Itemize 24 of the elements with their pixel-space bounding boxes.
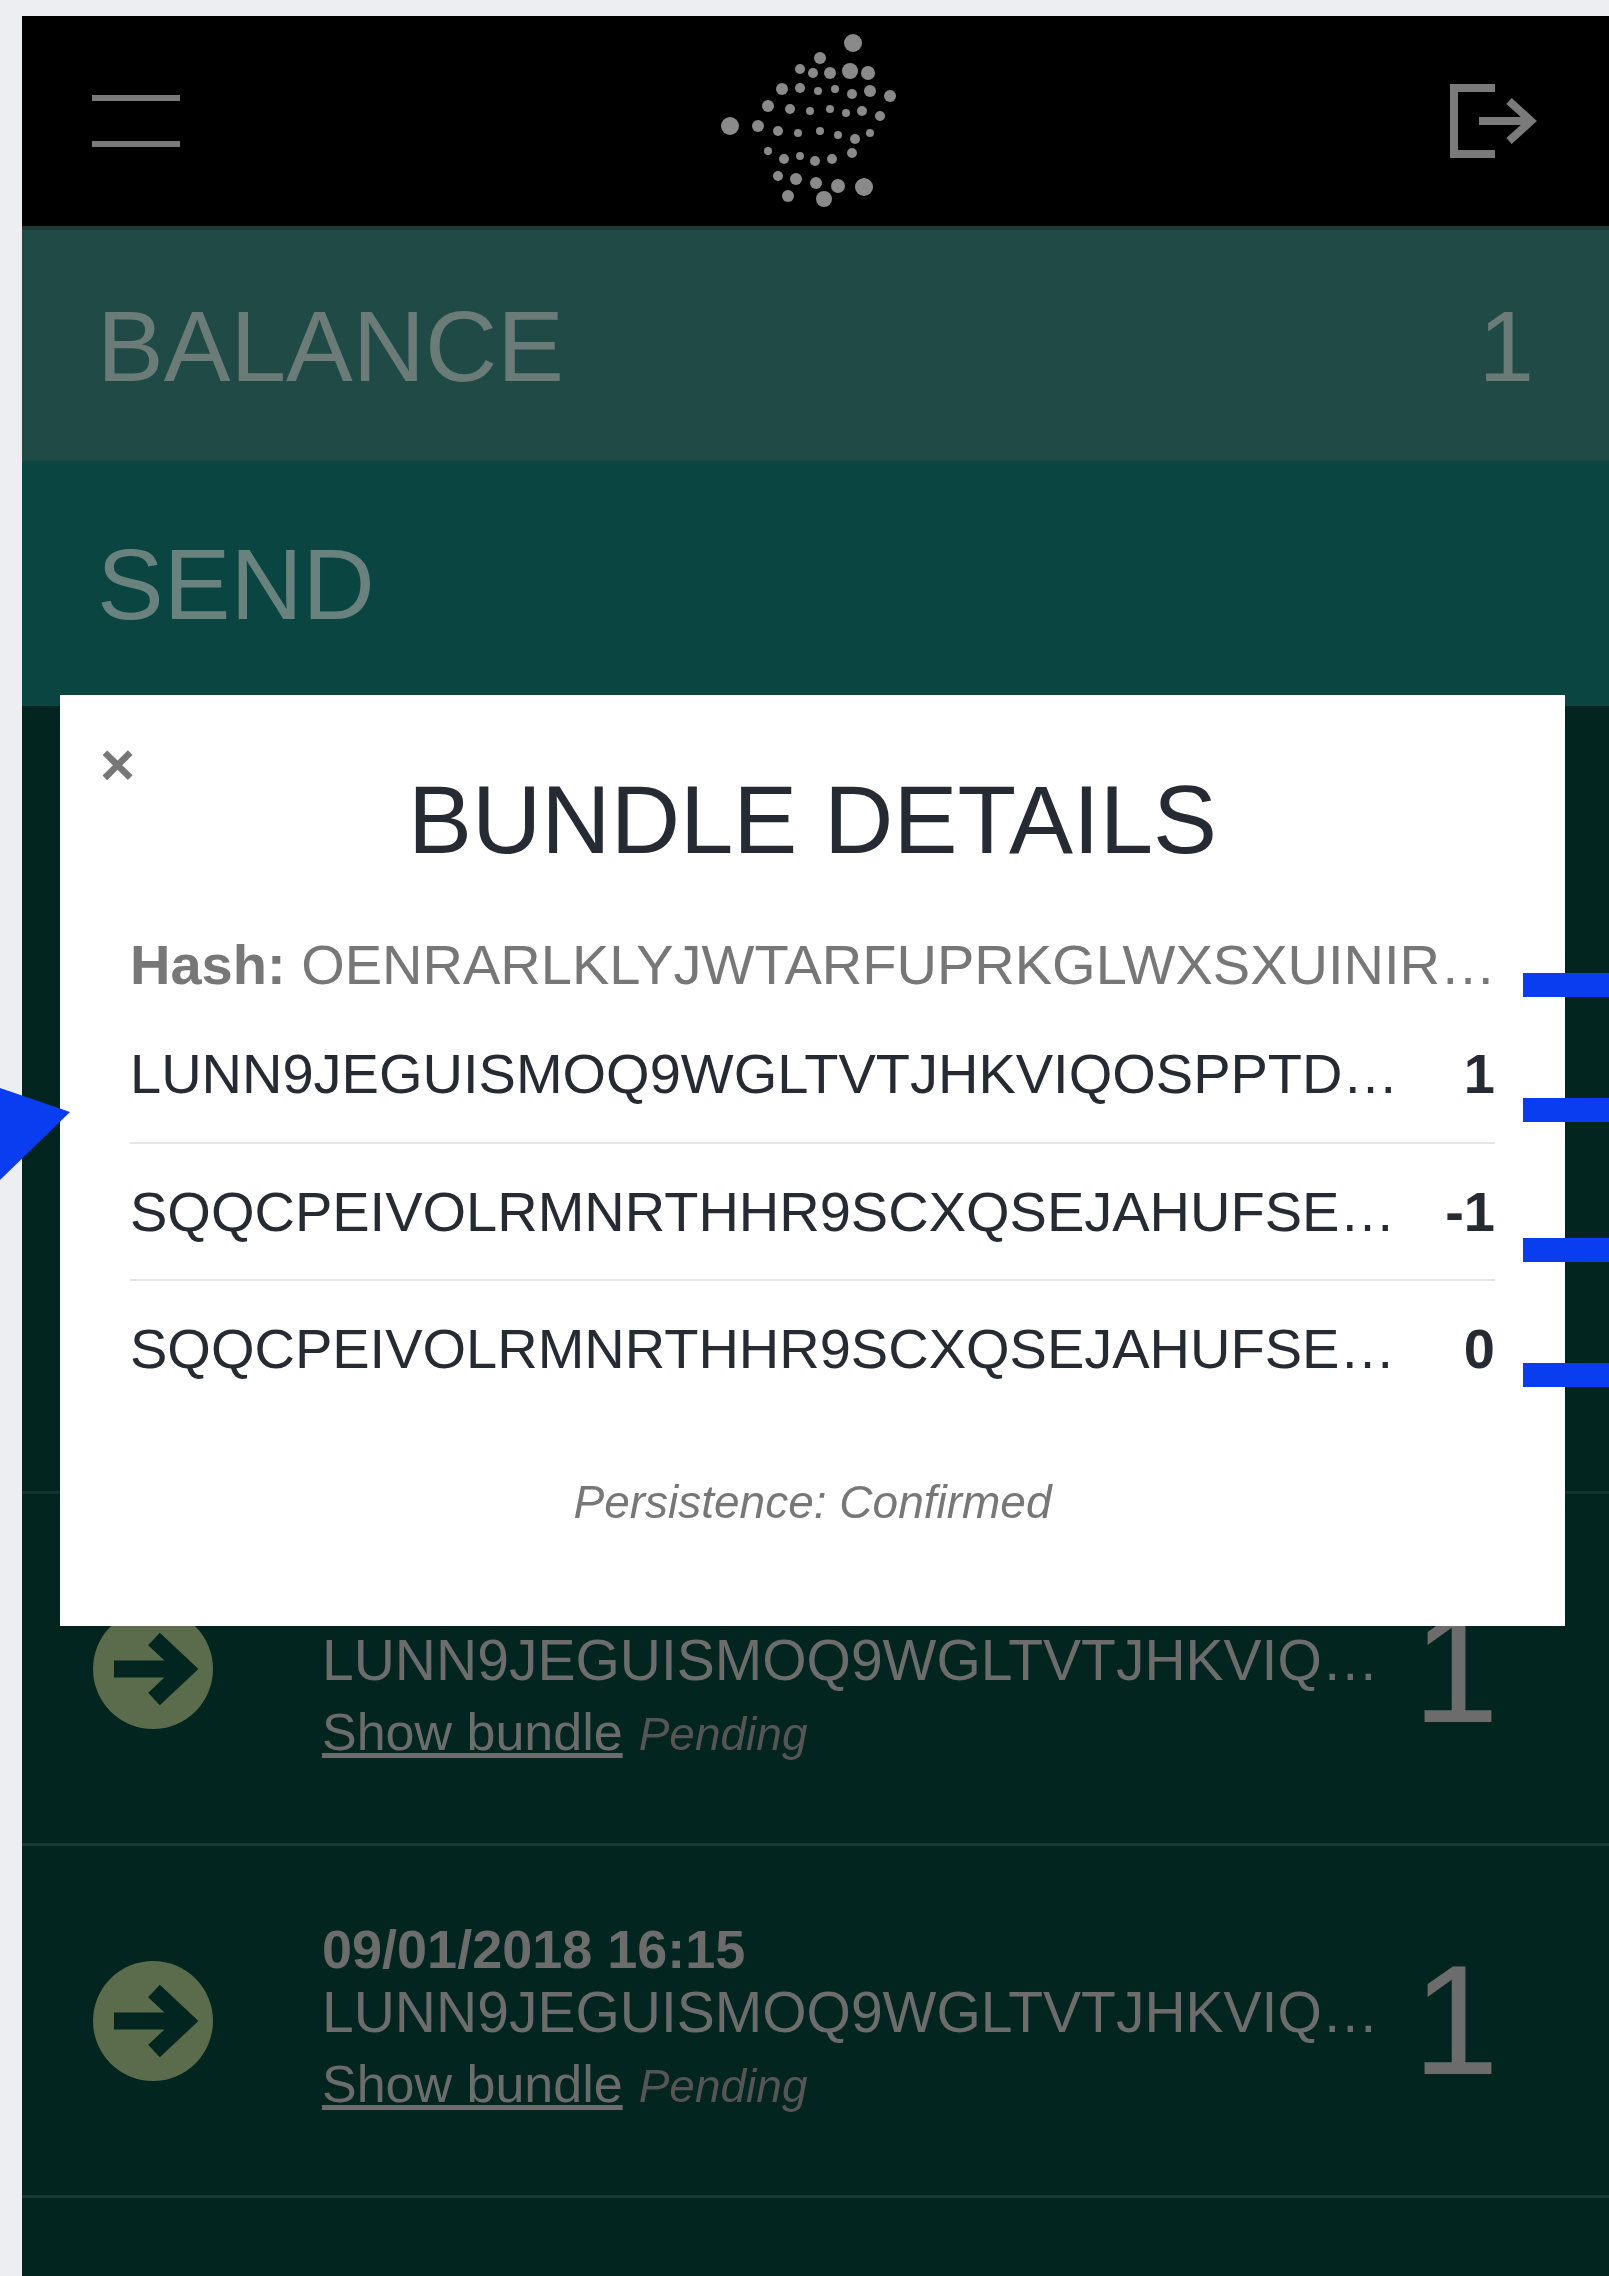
send-tab[interactable]: SEND [97, 508, 375, 659]
status-text: Pending [638, 1707, 808, 1763]
persistence-text: Persistence: Confirmed [572, 1475, 1054, 1531]
arrow-circle-icon [92, 1959, 214, 2082]
bundle-value: -1 [1445, 1178, 1495, 1245]
bundle-address: SQQCPEIVOLRMNRTHHR9SCXQSEJAHUFSE… [130, 1178, 1396, 1245]
close-button[interactable]: × [100, 735, 136, 795]
transaction-date: 09/01/2018 16:15 [322, 1917, 747, 1980]
status-text: Pending [638, 2059, 808, 2115]
bundle-address: SQQCPEIVOLRMNRTHHR9SCXQSEJAHUFSE… [130, 1315, 1396, 1382]
transaction-value: 1 [1412, 1943, 1499, 2098]
bundle-value: 1 [1463, 1040, 1495, 1107]
show-bundle-link[interactable]: Show bundle [322, 1693, 623, 1772]
hash-text: Hash: OENRARLKLYJWTARFUPRKGLWXSXUINIR… [130, 932, 1495, 999]
bundle-value: 0 [1463, 1315, 1495, 1382]
balance-label: BALANCE [97, 288, 564, 404]
menu-icon[interactable] [92, 93, 180, 149]
transaction-address: LUNN9JEGUISMOQ9WGLTVTJHKVIQ… [322, 1979, 1380, 2046]
modal-title: BUNDLE DETAILS [406, 765, 1219, 875]
logout-icon[interactable] [1449, 83, 1539, 159]
balance-value: 1 [1478, 288, 1534, 404]
transaction-address: LUNN9JEGUISMOQ9WGLTVTJHKVIQ… [322, 1627, 1380, 1694]
show-bundle-link[interactable]: Show bundle [322, 2045, 623, 2124]
bundle-address: LUNN9JEGUISMOQ9WGLTVTJHKVIQOSPPTD… [130, 1040, 1399, 1107]
